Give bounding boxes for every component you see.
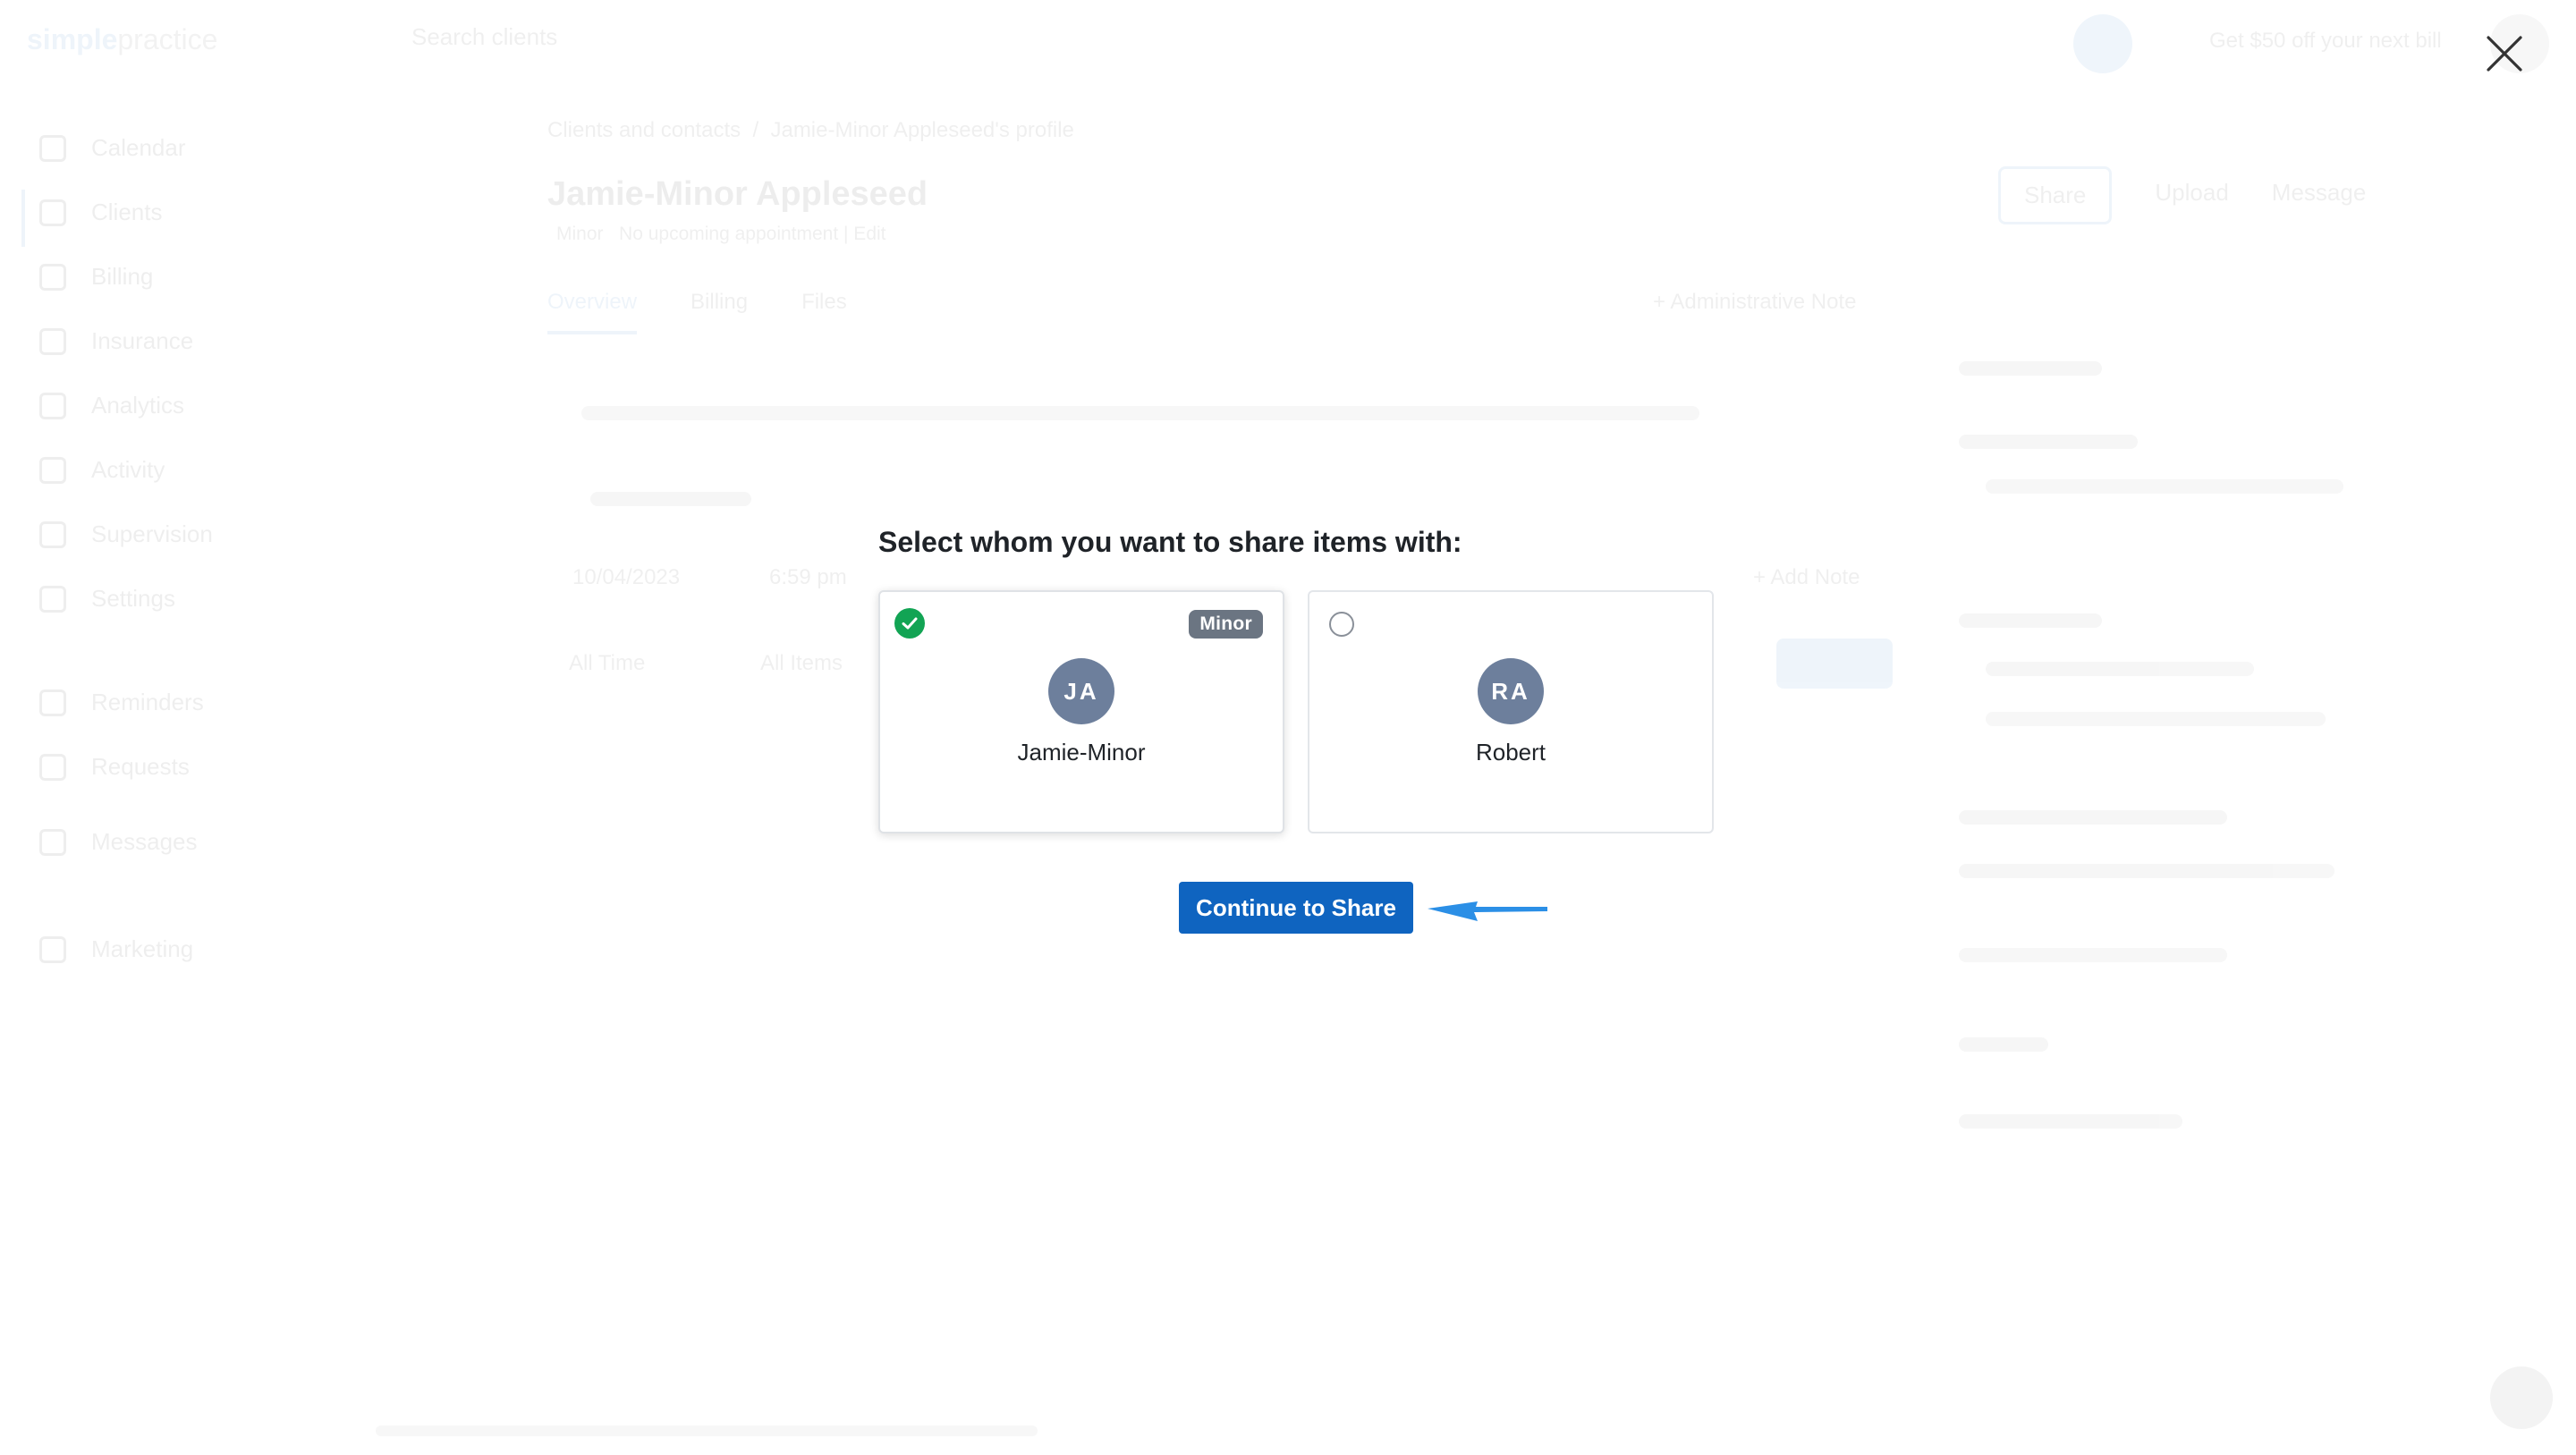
client-status-badge: Minor — [556, 224, 604, 244]
app-logo: simplepractice — [27, 23, 218, 55]
recipient-card-robert[interactable]: RA Robert — [1308, 590, 1714, 833]
megaphone-icon — [39, 935, 66, 963]
sidebar-item-messages[interactable]: Messages — [39, 828, 198, 856]
sidebar-item-billing[interactable]: Billing — [39, 263, 153, 291]
analytics-icon — [39, 392, 66, 419]
close-icon — [2487, 36, 2522, 72]
right-panel-line — [1959, 864, 2334, 878]
sidebar-item-reminders[interactable]: Reminders — [39, 689, 204, 716]
help-icon[interactable] — [2490, 1366, 2553, 1429]
note-placeholder-line — [581, 406, 1699, 420]
avatar: RA — [1478, 658, 1544, 724]
new-item-button[interactable] — [1776, 639, 1893, 689]
message-button[interactable]: Message — [2272, 166, 2367, 224]
insurance-icon — [39, 327, 66, 355]
share-dialog-title: Select whom you want to share items with… — [878, 526, 1462, 558]
recipient-card-jamie-minor[interactable]: Minor JA Jamie-Minor — [878, 590, 1284, 833]
right-panel-line — [1959, 1037, 2048, 1052]
add-note-button[interactable]: + Add Note — [1753, 565, 1860, 590]
right-panel-heading — [1959, 361, 2102, 376]
calendar-icon — [39, 134, 66, 162]
breadcrumb-current: Jamie-Minor Appleseed's profile — [770, 118, 1074, 142]
right-panel-line — [1959, 435, 2138, 449]
right-panel-line — [1986, 662, 2254, 676]
radio-unselected-icon[interactable] — [1329, 612, 1354, 637]
user-avatar[interactable] — [2073, 14, 2132, 73]
sidebar-item-calendar[interactable]: Calendar — [39, 134, 186, 162]
filter-items-select[interactable]: All Items — [760, 651, 843, 676]
sidebar-item-requests[interactable]: Requests — [39, 753, 190, 781]
sidebar-item-analytics[interactable]: Analytics — [39, 392, 184, 419]
tab-billing[interactable]: Billing — [691, 290, 748, 334]
note-date-field[interactable]: 10/04/2023 — [572, 565, 680, 590]
activity-icon — [39, 456, 66, 484]
client-sub-info: Minor No upcoming appointment | Edit — [556, 224, 886, 244]
minor-badge: Minor — [1189, 610, 1263, 639]
right-panel-line — [1986, 712, 2326, 726]
right-panel-line — [1959, 613, 2102, 628]
client-header-actions: Share Upload Message — [1998, 166, 2366, 224]
sidebar-item-settings[interactable]: Settings — [39, 585, 175, 613]
right-panel-line — [1986, 479, 2343, 494]
sidebar-item-clients[interactable]: Clients — [39, 199, 162, 226]
sidebar-item-marketing[interactable]: Marketing — [39, 935, 193, 963]
clients-icon — [39, 199, 66, 226]
recipient-name: Jamie-Minor — [1017, 739, 1146, 766]
editor-toolbar — [590, 492, 751, 506]
right-panel-line — [1959, 810, 2227, 825]
sidebar-item-insurance[interactable]: Insurance — [39, 327, 193, 355]
sidebar-active-indicator — [21, 190, 25, 247]
close-button[interactable] — [2478, 27, 2531, 80]
checkmark-icon — [894, 608, 925, 639]
right-panel-line — [1959, 1114, 2182, 1129]
supervision-icon — [39, 520, 66, 548]
recipient-name: Robert — [1475, 739, 1546, 766]
note-time-field[interactable]: 6:59 pm — [769, 565, 847, 590]
settings-icon — [39, 585, 66, 613]
promo-link[interactable]: Get $50 off your next bill — [2209, 29, 2442, 54]
avatar: JA — [1048, 658, 1114, 724]
tab-files[interactable]: Files — [801, 290, 847, 334]
requests-icon — [39, 753, 66, 781]
client-name-title: Jamie-Minor Appleseed — [547, 175, 928, 213]
right-panel-line — [1959, 948, 2227, 962]
billing-icon — [39, 263, 66, 291]
tab-overview[interactable]: Overview — [547, 290, 638, 334]
client-search-input[interactable]: Search clients — [411, 23, 557, 51]
share-button[interactable]: Share — [1998, 166, 2113, 224]
client-tabs: Overview Billing Files — [547, 290, 847, 334]
continue-to-share-button[interactable]: Continue to Share — [1179, 882, 1413, 934]
messages-icon — [39, 828, 66, 856]
pointer-arrow-icon — [1428, 901, 1547, 921]
breadcrumb: Clients and contacts / Jamie-Minor Apple… — [547, 118, 1074, 142]
sidebar-item-activity[interactable]: Activity — [39, 456, 165, 484]
filter-time-select[interactable]: All Time — [569, 651, 645, 676]
upload-button[interactable]: Upload — [2155, 166, 2228, 224]
sidebar-item-supervision[interactable]: Supervision — [39, 520, 213, 548]
bell-icon — [39, 689, 66, 716]
breadcrumb-root[interactable]: Clients and contacts — [547, 118, 741, 142]
background-app: simplepractice Search clients Get $50 of… — [0, 0, 2576, 1455]
footer-line — [376, 1425, 1038, 1436]
administrative-note-link[interactable]: + Administrative Note — [1653, 290, 1856, 315]
